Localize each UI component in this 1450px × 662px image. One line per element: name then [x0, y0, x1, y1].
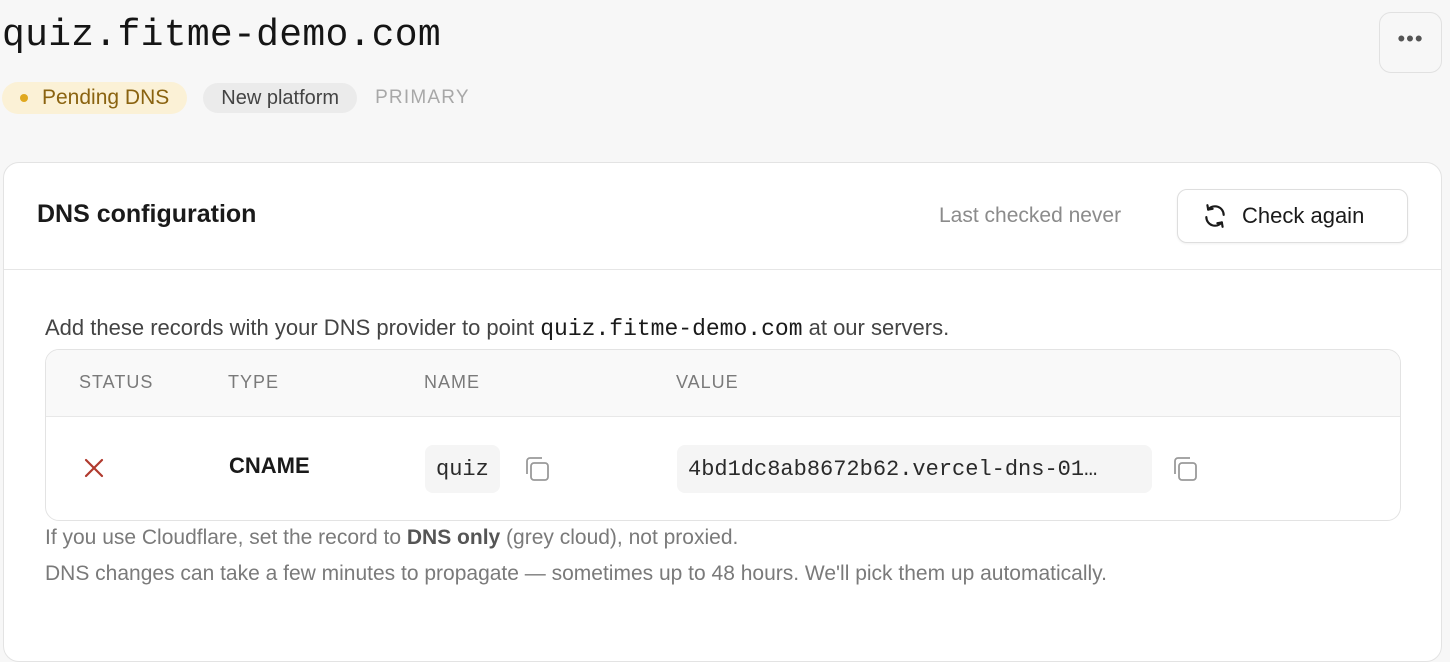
x-icon — [84, 458, 104, 478]
propagation-note: DNS changes can take a few minutes to pr… — [45, 562, 1107, 585]
cloudflare-note-after: (grey cloud), not proxied. — [500, 526, 739, 549]
record-name: quiz — [425, 445, 500, 493]
dns-records-table: STATUS TYPE NAME VALUE CNAME quiz 4bd1dc… — [45, 349, 1401, 521]
status-dot-icon — [20, 94, 28, 102]
intro-text-after: at our servers. — [802, 315, 950, 340]
intro-domain: quiz.fitme-demo.com — [540, 316, 803, 342]
card-title: DNS configuration — [37, 200, 257, 228]
copy-value-icon[interactable] — [1170, 454, 1200, 484]
card-header: DNS configuration Last checked never Che… — [4, 163, 1441, 270]
platform-badge: New platform — [203, 83, 358, 113]
copy-name-icon[interactable] — [522, 454, 552, 484]
check-again-label: Check again — [1242, 203, 1365, 228]
check-again-button[interactable]: Check again — [1177, 189, 1408, 243]
cloudflare-note-bold: DNS only — [406, 526, 501, 549]
primary-label: PRIMARY — [375, 87, 470, 108]
dns-configuration-card: DNS configuration Last checked never Che… — [3, 162, 1442, 662]
intro-text: Add these records with your DNS provider… — [45, 315, 949, 342]
more-horizontal-icon: ••• — [1397, 25, 1424, 51]
status-badge: Pending DNS — [2, 82, 188, 114]
column-header-status: STATUS — [79, 372, 154, 392]
badge-row: Pending DNS New platform PRIMARY — [2, 82, 470, 114]
last-checked-text: Last checked never — [939, 204, 1122, 227]
table-row: CNAME quiz 4bd1dc8ab8672b62.vercel-dns-0… — [46, 417, 1400, 520]
status-badge-label: Pending DNS — [42, 86, 170, 109]
table-header: STATUS TYPE NAME VALUE — [46, 350, 1400, 417]
column-header-name: NAME — [424, 372, 481, 392]
column-header-value: VALUE — [676, 372, 739, 392]
more-options-button[interactable]: ••• — [1379, 12, 1442, 73]
record-value: 4bd1dc8ab8672b62.vercel-dns-01… — [677, 445, 1152, 493]
refresh-icon — [1205, 204, 1225, 228]
intro-text-before: Add these records with your DNS provider… — [45, 315, 541, 340]
platform-badge-label: New platform — [221, 86, 340, 109]
column-header-type: TYPE — [228, 372, 280, 392]
domain-title: quiz.fitme-demo.com — [2, 14, 441, 57]
cloudflare-note: If you use Cloudflare, set the record to… — [45, 526, 738, 550]
record-type: CNAME — [229, 453, 310, 478]
cloudflare-note-before: If you use Cloudflare, set the record to — [45, 526, 407, 549]
